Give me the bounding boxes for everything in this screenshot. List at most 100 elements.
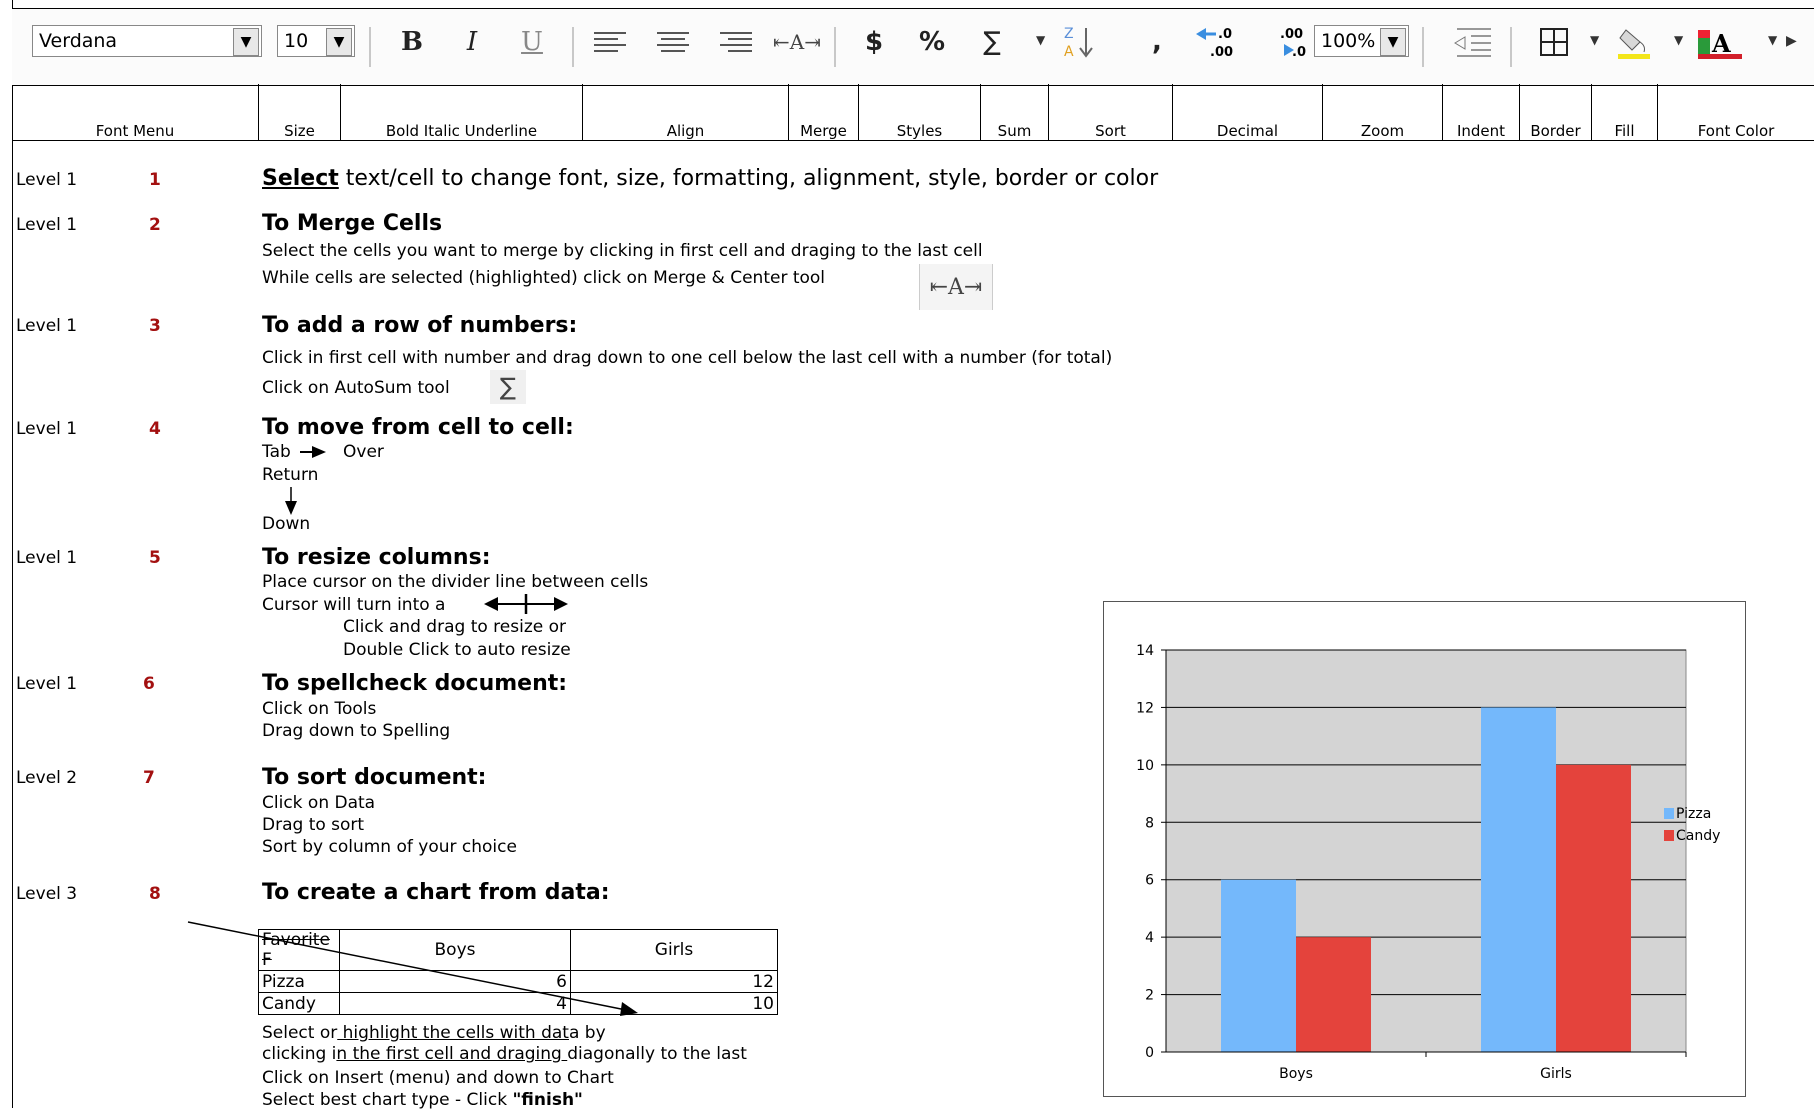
formatting-toolbar: Verdana ▼ 10 ▼ B I U ⇤A⇥ $ % ∑ ▼ ZA , .0… xyxy=(12,8,1814,86)
step1-rest: text/cell to change font, size, formatti… xyxy=(338,166,1159,191)
step5-line1: Place cursor on the divider line between… xyxy=(262,572,649,592)
svg-text:.00: .00 xyxy=(1210,45,1233,60)
decrease-decimal-icon: .00.0 xyxy=(1280,27,1306,60)
zoom-value: 100% xyxy=(1321,30,1376,52)
label-text: Sort xyxy=(1095,122,1126,140)
bar xyxy=(1296,937,1371,1052)
label-text: Zoom xyxy=(1360,122,1405,140)
underline-button[interactable]: U xyxy=(512,25,552,59)
chart-container[interactable]: 0 2 4 6 8 10 12 14 Boys Girls Pizza Candy xyxy=(1103,601,1746,1097)
label-text: Merge xyxy=(800,122,847,140)
percent-button[interactable]: % xyxy=(912,25,952,59)
caret-down-icon[interactable]: ▼ xyxy=(1590,33,1599,47)
level-label: Level 1 xyxy=(16,674,78,694)
arrow-right-icon xyxy=(300,446,326,458)
border-button[interactable] xyxy=(1534,25,1574,59)
font-name-value: Verdana xyxy=(39,30,118,52)
zoom-select[interactable]: 100% ▼ xyxy=(1314,25,1409,57)
align-left-button[interactable] xyxy=(590,25,630,59)
resize-cursor-icon xyxy=(484,594,568,614)
level-label: Level 1 xyxy=(16,170,78,190)
y-tick-label: 6 xyxy=(1145,873,1154,889)
sort-button[interactable]: ZA xyxy=(1058,25,1106,60)
label-decimal: Decimal xyxy=(1173,84,1323,140)
font-name-select[interactable]: Verdana ▼ xyxy=(32,25,262,57)
overflow-arrow-icon[interactable]: ▶ xyxy=(1786,33,1797,49)
level-label: Level 2 xyxy=(16,768,78,788)
caret-down-icon[interactable]: ▼ xyxy=(1036,33,1045,47)
step2-title: To Merge Cells xyxy=(262,211,443,236)
bar-chart: 0 2 4 6 8 10 12 14 Boys Girls Pizza Candy xyxy=(1136,643,1720,1082)
caret-down-icon[interactable]: ▼ xyxy=(1674,33,1683,47)
font-color-button[interactable]: A xyxy=(1696,25,1746,59)
legend-swatch xyxy=(1664,830,1674,841)
bar xyxy=(1556,764,1631,1052)
fill-color-button[interactable] xyxy=(1612,25,1656,59)
chevron-down-icon[interactable]: ▼ xyxy=(326,28,352,56)
step8-line2-b: n the first cell and draging xyxy=(336,1044,568,1064)
step3-line2: Click on AutoSum tool xyxy=(262,378,450,398)
label-text: Indent xyxy=(1456,122,1506,140)
step8-line2-a: clicking i xyxy=(262,1044,337,1064)
chevron-down-icon[interactable]: ▼ xyxy=(1380,28,1406,56)
separator xyxy=(572,27,574,67)
step8-line4: Select best chart type - Click "finish" xyxy=(262,1090,583,1110)
step5-line4: Double Click to auto resize xyxy=(343,640,571,660)
align-center-button[interactable] xyxy=(653,25,693,59)
step-number: 1 xyxy=(149,170,161,190)
merge-center-button[interactable]: ⇤A⇥ xyxy=(770,25,824,59)
y-tick-label: 8 xyxy=(1145,815,1154,831)
border-grid-icon xyxy=(1540,28,1568,56)
label-zoom: Zoom xyxy=(1323,84,1443,140)
svg-text:.00: .00 xyxy=(1280,27,1303,42)
step8-line1-c: a by xyxy=(568,1023,606,1043)
step3-line1: Click in first cell with number and drag… xyxy=(262,348,1113,368)
caret-down-icon[interactable]: ▼ xyxy=(1768,33,1777,47)
step-number: 3 xyxy=(149,316,161,336)
toolbar-labels-row: Font Menu Size Bold Italic Underline Ali… xyxy=(12,84,1814,141)
y-tick-label: 4 xyxy=(1145,930,1154,946)
label-font-menu: Font Menu xyxy=(12,84,259,140)
step6-line1: Click on Tools xyxy=(262,699,377,719)
label-size: Size xyxy=(259,84,341,140)
label-text: Size xyxy=(284,122,315,140)
font-color-icon: A xyxy=(1698,29,1742,59)
comma-style-button[interactable]: , xyxy=(1142,25,1172,59)
y-tick-label: 2 xyxy=(1145,988,1154,1004)
svg-text:.0: .0 xyxy=(1218,27,1232,42)
increase-decimal-icon: .0.00 xyxy=(1196,27,1233,60)
font-size-select[interactable]: 10 ▼ xyxy=(277,25,355,57)
separator xyxy=(1510,27,1512,67)
step5-title: To resize columns: xyxy=(262,545,491,570)
chevron-down-icon[interactable]: ▼ xyxy=(233,28,259,56)
step7-title: To sort document: xyxy=(262,765,487,790)
decrease-indent-button[interactable] xyxy=(1448,25,1498,59)
label-sort: Sort xyxy=(1049,84,1173,140)
increase-decimal-button[interactable]: .0.00 xyxy=(1192,25,1242,60)
align-right-button[interactable] xyxy=(716,25,756,59)
font-size-value: 10 xyxy=(284,30,309,52)
legend-label: Candy xyxy=(1676,828,1720,844)
step-number: 6 xyxy=(143,674,155,694)
level-label: Level 1 xyxy=(16,215,78,235)
label-align: Align xyxy=(583,84,789,140)
italic-button[interactable]: I xyxy=(452,25,492,59)
tab-label: Tab xyxy=(262,442,291,462)
step-number: 8 xyxy=(149,884,161,904)
step7-line2: Drag to sort xyxy=(262,815,365,835)
legend-swatch xyxy=(1664,808,1674,819)
decrease-decimal-button[interactable]: .00.0 xyxy=(1262,25,1312,60)
step7-line3: Sort by column of your choice xyxy=(262,837,517,857)
align-left-icon xyxy=(594,32,626,52)
step-number: 5 xyxy=(149,548,161,568)
label-text: Font Menu xyxy=(95,122,175,140)
step2-line2: While cells are selected (highlighted) c… xyxy=(262,268,826,288)
currency-button[interactable]: $ xyxy=(854,25,894,59)
step6-title: To spellcheck document: xyxy=(262,671,568,696)
autosum-button[interactable]: ∑ xyxy=(972,25,1012,59)
return-label: Return xyxy=(262,465,319,485)
legend-label: Pizza xyxy=(1676,806,1711,822)
bold-button[interactable]: B xyxy=(392,25,432,59)
x-tick-label: Boys xyxy=(1279,1066,1313,1082)
step2-line1: Select the cells you want to merge by cl… xyxy=(262,241,983,261)
